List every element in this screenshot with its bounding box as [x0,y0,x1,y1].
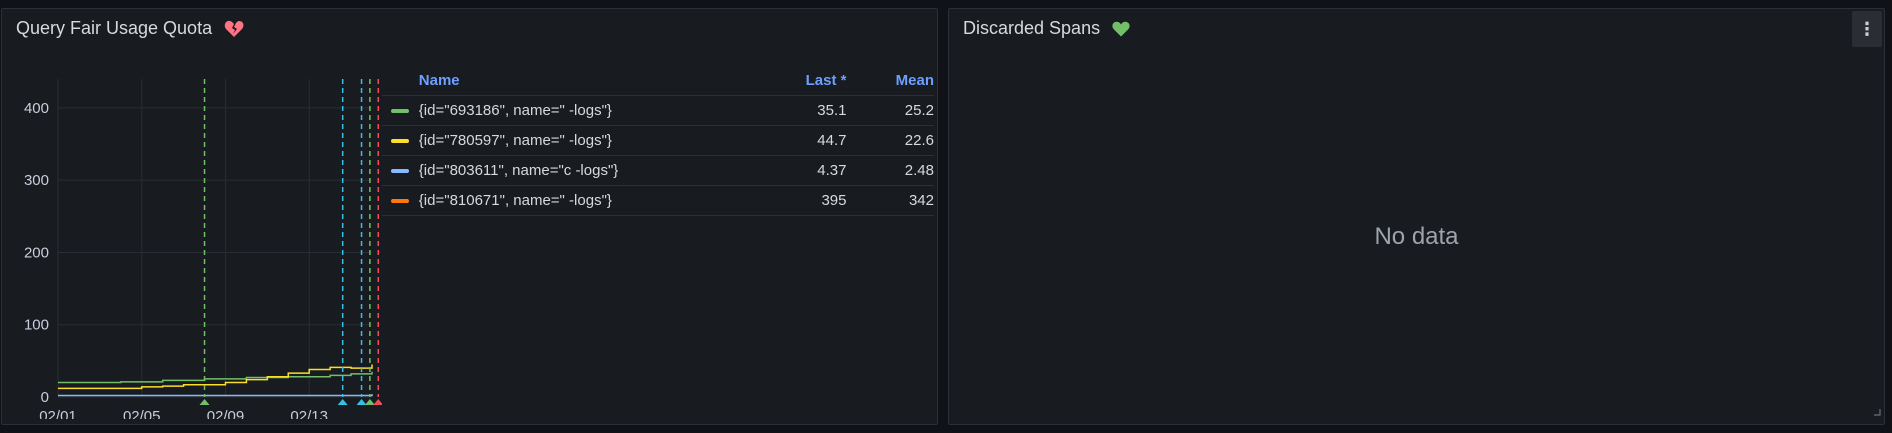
legend-swatch-cell [382,108,419,113]
panel-menu-button[interactable]: ⋮ [1852,11,1882,47]
resize-handle-icon[interactable] [1873,403,1881,421]
annotation-marker [356,399,367,405]
y-tick-label: 200 [24,244,49,261]
x-tick-label: 02/01 [39,408,77,419]
legend-swatch-cell [382,168,419,173]
annotation-marker [364,399,375,405]
time-series-chart[interactable]: 0 100 200 300 400 02/01 02/05 02/09 02/13 [2,59,382,419]
legend-mean-value: 2.48 [904,162,934,179]
series-color-swatch [391,168,410,173]
legend-table: Name Last * Mean {id="693186", name=" -l… [382,65,934,216]
legend-row[interactable]: {id="803611", name="c -logs"} 4.37 2.48 [382,156,934,186]
series-color-swatch [391,108,410,113]
legend-series-name[interactable]: {id="693186", name=" -logs"} [419,102,772,119]
y-tick-label: 400 [24,100,49,117]
legend-mean-value: 25.2 [904,102,934,119]
x-tick-label: 02/09 [207,408,245,419]
query-fair-usage-panel: Query Fair Usage Quota 0 100 200 300 400 02/0… [1,8,938,425]
legend-mean-value: 342 [908,192,934,209]
discarded-spans-panel: Discarded Spans ⋮ No data [948,8,1885,425]
legend-swatch-cell [382,138,419,143]
series-color-swatch [391,138,410,143]
legend-header-mean[interactable]: Mean [846,72,934,89]
vertical-ellipsis-icon: ⋮ [1858,18,1876,39]
legend-mean-value: 22.6 [904,132,934,149]
panel-title[interactable]: Discarded Spans [963,18,1130,39]
legend-last-value: 35.1 [817,102,847,119]
heart-icon[interactable] [1112,21,1130,37]
legend-row[interactable]: {id="693186", name=" -logs"} 35.1 25.2 [382,96,934,126]
series-line [58,394,373,397]
legend-header: Name Last * Mean [382,65,934,96]
legend-swatch-cell [382,198,419,203]
y-tick-label: 0 [41,389,49,406]
y-tick-label: 100 [24,317,49,334]
legend-last-value: 395 [821,192,847,209]
no-data-message: No data [1374,223,1459,250]
legend-header-last[interactable]: Last * [772,72,847,89]
legend-header-name[interactable]: Name [419,72,772,89]
x-tick-label: 02/13 [290,408,328,419]
x-tick-label: 02/05 [123,408,161,419]
legend-series-name[interactable]: {id="803611", name="c -logs"} [419,162,772,179]
panel-title[interactable]: Query Fair Usage Quota [16,18,244,39]
y-tick-label: 300 [24,172,49,189]
annotation-marker [199,399,210,405]
annotation-marker [373,399,382,405]
panel-title-text: Discarded Spans [963,18,1101,38]
broken-heart-icon[interactable] [224,20,244,38]
legend-row[interactable]: {id="810671", name=" -logs"} 395 342 [382,186,934,216]
legend-series-name[interactable]: {id="780597", name=" -logs"} [419,132,772,149]
legend-row[interactable]: {id="780597", name=" -logs"} 44.7 22.6 [382,126,934,156]
series-color-swatch [391,198,410,203]
series-line [58,371,373,384]
legend-last-value: 4.37 [817,162,847,179]
legend-series-name[interactable]: {id="810671", name=" -logs"} [419,192,772,209]
legend-last-value: 44.7 [817,132,847,149]
annotation-marker [337,399,348,405]
panel-title-text: Query Fair Usage Quota [16,18,213,38]
